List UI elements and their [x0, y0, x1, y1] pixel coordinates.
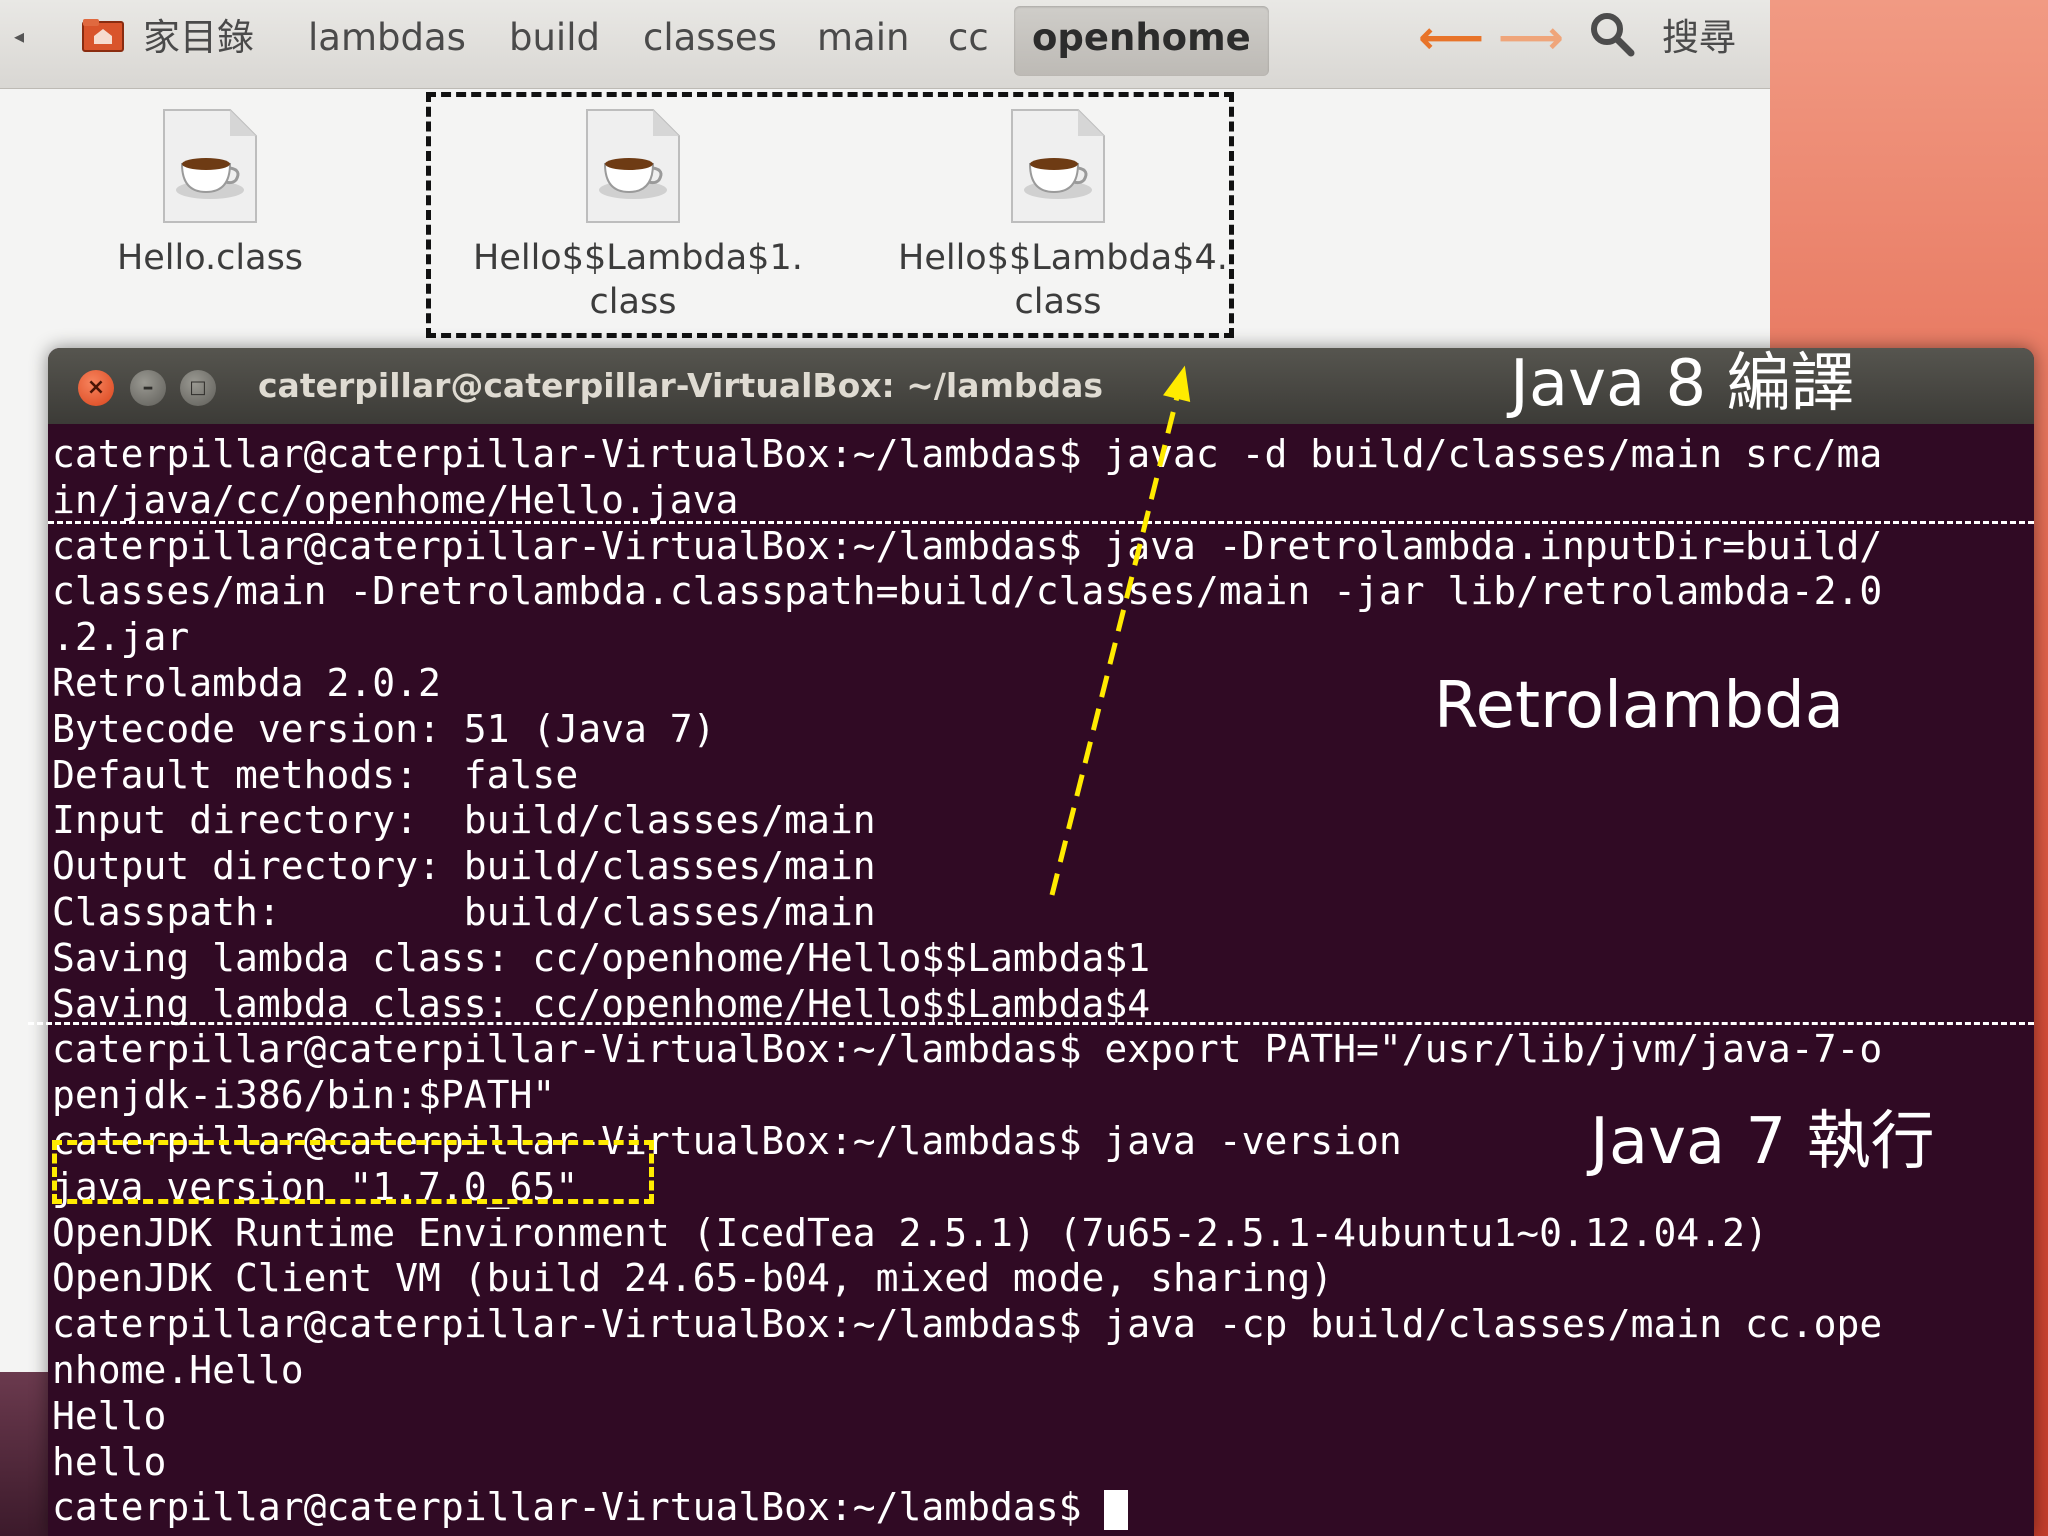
maximize-icon[interactable]: □ [180, 370, 216, 406]
file-item-hello-class[interactable]: Hello.class [50, 108, 370, 280]
file-manager-toolbar: ◂ 家目錄 lambdas build classes main cc open… [0, 0, 1770, 89]
lambda-files-highlight-box [426, 92, 1234, 338]
annotation-java8-compile: Java 8 編譯 [1510, 347, 1855, 421]
breadcrumb-cc[interactable]: cc [948, 6, 989, 76]
java-class-file-icon [163, 109, 257, 223]
terminal-line: caterpillar@caterpillar-VirtualBox:~/lam… [52, 432, 1883, 476]
terminal-line: classes/main -Dretrolambda.classpath=bui… [52, 569, 1883, 614]
back-arrow-icon[interactable]: ⟵ [1418, 12, 1484, 62]
breadcrumb-build[interactable]: build [509, 6, 600, 76]
breadcrumb-openhome[interactable]: openhome [1014, 6, 1269, 76]
compile-arrow [1049, 365, 1191, 896]
terminal-cursor [1104, 1489, 1129, 1530]
minimize-icon[interactable]: – [130, 370, 166, 406]
java-version-highlight-box [52, 1140, 654, 1204]
search-icon[interactable] [1588, 10, 1636, 58]
terminal-line: Saving lambda class: cc/openhome/Hello$$… [52, 981, 1151, 1026]
breadcrumb-home[interactable]: 家目錄 [143, 6, 254, 76]
breadcrumb-main[interactable]: main [817, 6, 909, 76]
terminal-line: OpenJDK Client VM (build 24.65-b04, mixe… [52, 1256, 1334, 1301]
terminal-title: caterpillar@caterpillar-VirtualBox: ~/la… [258, 366, 1104, 405]
terminal-output[interactable]: caterpillar@caterpillar-VirtualBox:~/lam… [52, 432, 1882, 1531]
terminal-line: Hello [52, 1393, 167, 1438]
file-name: Hello.class [116, 238, 304, 278]
annotation-retrolambda: Retrolambda [1434, 669, 1844, 743]
terminal-line: caterpillar@caterpillar-VirtualBox:~/lam… [52, 1302, 1883, 1347]
terminal-prompt-line: caterpillar@caterpillar-VirtualBox:~/lam… [52, 1485, 1882, 1531]
terminal-line: OpenJDK Runtime Environment (IcedTea 2.5… [52, 1210, 1768, 1255]
terminal-line: caterpillar@caterpillar-VirtualBox:~/lam… [52, 523, 1883, 568]
home-folder-icon [82, 19, 124, 52]
search-label[interactable]: 搜尋 [1662, 6, 1736, 70]
terminal-line: caterpillar@caterpillar-VirtualBox:~/lam… [52, 1027, 1883, 1072]
terminal-line: nhome.Hello [52, 1347, 304, 1392]
terminal-line: Default methods: false [52, 752, 579, 797]
close-icon[interactable]: × [78, 370, 114, 406]
section-separator [28, 1022, 2034, 1025]
breadcrumb-classes[interactable]: classes [643, 6, 777, 76]
terminal-line: in/java/cc/openhome/Hello.java [52, 477, 739, 522]
breadcrumb-lambdas[interactable]: lambdas [308, 6, 466, 76]
breadcrumb-scroll-left-icon[interactable]: ◂ [14, 24, 24, 48]
terminal-line: Output directory: build/classes/main [52, 844, 876, 889]
terminal-line: .2.jar [52, 615, 190, 660]
terminal-prompt: caterpillar@caterpillar-VirtualBox:~/lam… [52, 1485, 1105, 1530]
terminal-line: Classpath: build/classes/main [52, 889, 876, 934]
forward-arrow-icon[interactable]: ⟶ [1498, 12, 1564, 62]
terminal-line: Input directory: build/classes/main [52, 798, 876, 843]
terminal-line: Saving lambda class: cc/openhome/Hello$$… [52, 935, 1151, 980]
annotation-java7-run: Java 7 執行 [1590, 1105, 1935, 1179]
terminal-line: hello [52, 1439, 167, 1484]
